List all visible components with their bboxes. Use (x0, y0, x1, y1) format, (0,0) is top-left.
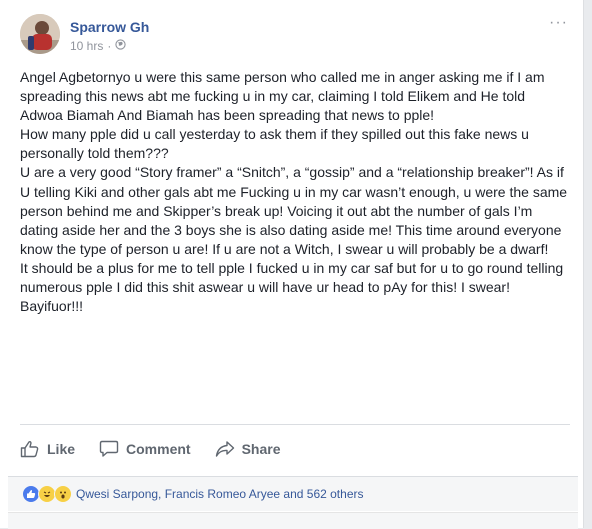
share-button[interactable]: Share (215, 440, 281, 458)
avatar-image (20, 14, 60, 54)
post-card: Sparrow Gh 10 hrs · ··· Angel Agbetornyo… (0, 0, 584, 529)
divider (20, 424, 570, 425)
avatar[interactable] (20, 14, 60, 54)
comments-area (8, 512, 578, 529)
post-paragraph: It should be a plus for me to tell pple … (20, 259, 564, 296)
globe-icon (115, 39, 126, 53)
thumbs-up-icon (20, 440, 39, 458)
reactions-summary[interactable]: Qwesi Sarpong, Francis Romeo Aryee and 5… (8, 476, 578, 511)
post-paragraph: How many pple did u call yesterday to as… (20, 126, 529, 162)
action-bar: Like Comment Share (20, 434, 570, 464)
comment-button[interactable]: Comment (99, 440, 191, 458)
meta-separator: · (107, 39, 112, 53)
wow-reaction-icon (54, 485, 72, 503)
comment-label: Comment (126, 441, 191, 457)
post-header: Sparrow Gh 10 hrs · ··· (20, 14, 570, 58)
post-meta: 10 hrs · (70, 39, 126, 53)
post-paragraph: U are a very good “Story framer” a “Snit… (20, 164, 568, 257)
post-body: Angel Agbetornyo u were this same person… (20, 68, 568, 316)
share-icon (215, 441, 234, 457)
post-paragraph: Bayifuor!!! (20, 298, 84, 315)
reaction-icons (22, 485, 72, 503)
reactions-names[interactable]: Qwesi Sarpong, Francis Romeo Aryee and 5… (76, 487, 363, 501)
more-options-icon[interactable]: ··· (549, 14, 568, 32)
author-name[interactable]: Sparrow Gh (70, 19, 149, 35)
post-paragraph: Angel Agbetornyo u were this same person… (20, 69, 545, 124)
post-timestamp[interactable]: 10 hrs (70, 39, 103, 53)
share-label: Share (241, 441, 281, 457)
comment-icon (99, 440, 119, 457)
like-button[interactable]: Like (20, 440, 75, 458)
like-label: Like (47, 441, 76, 457)
